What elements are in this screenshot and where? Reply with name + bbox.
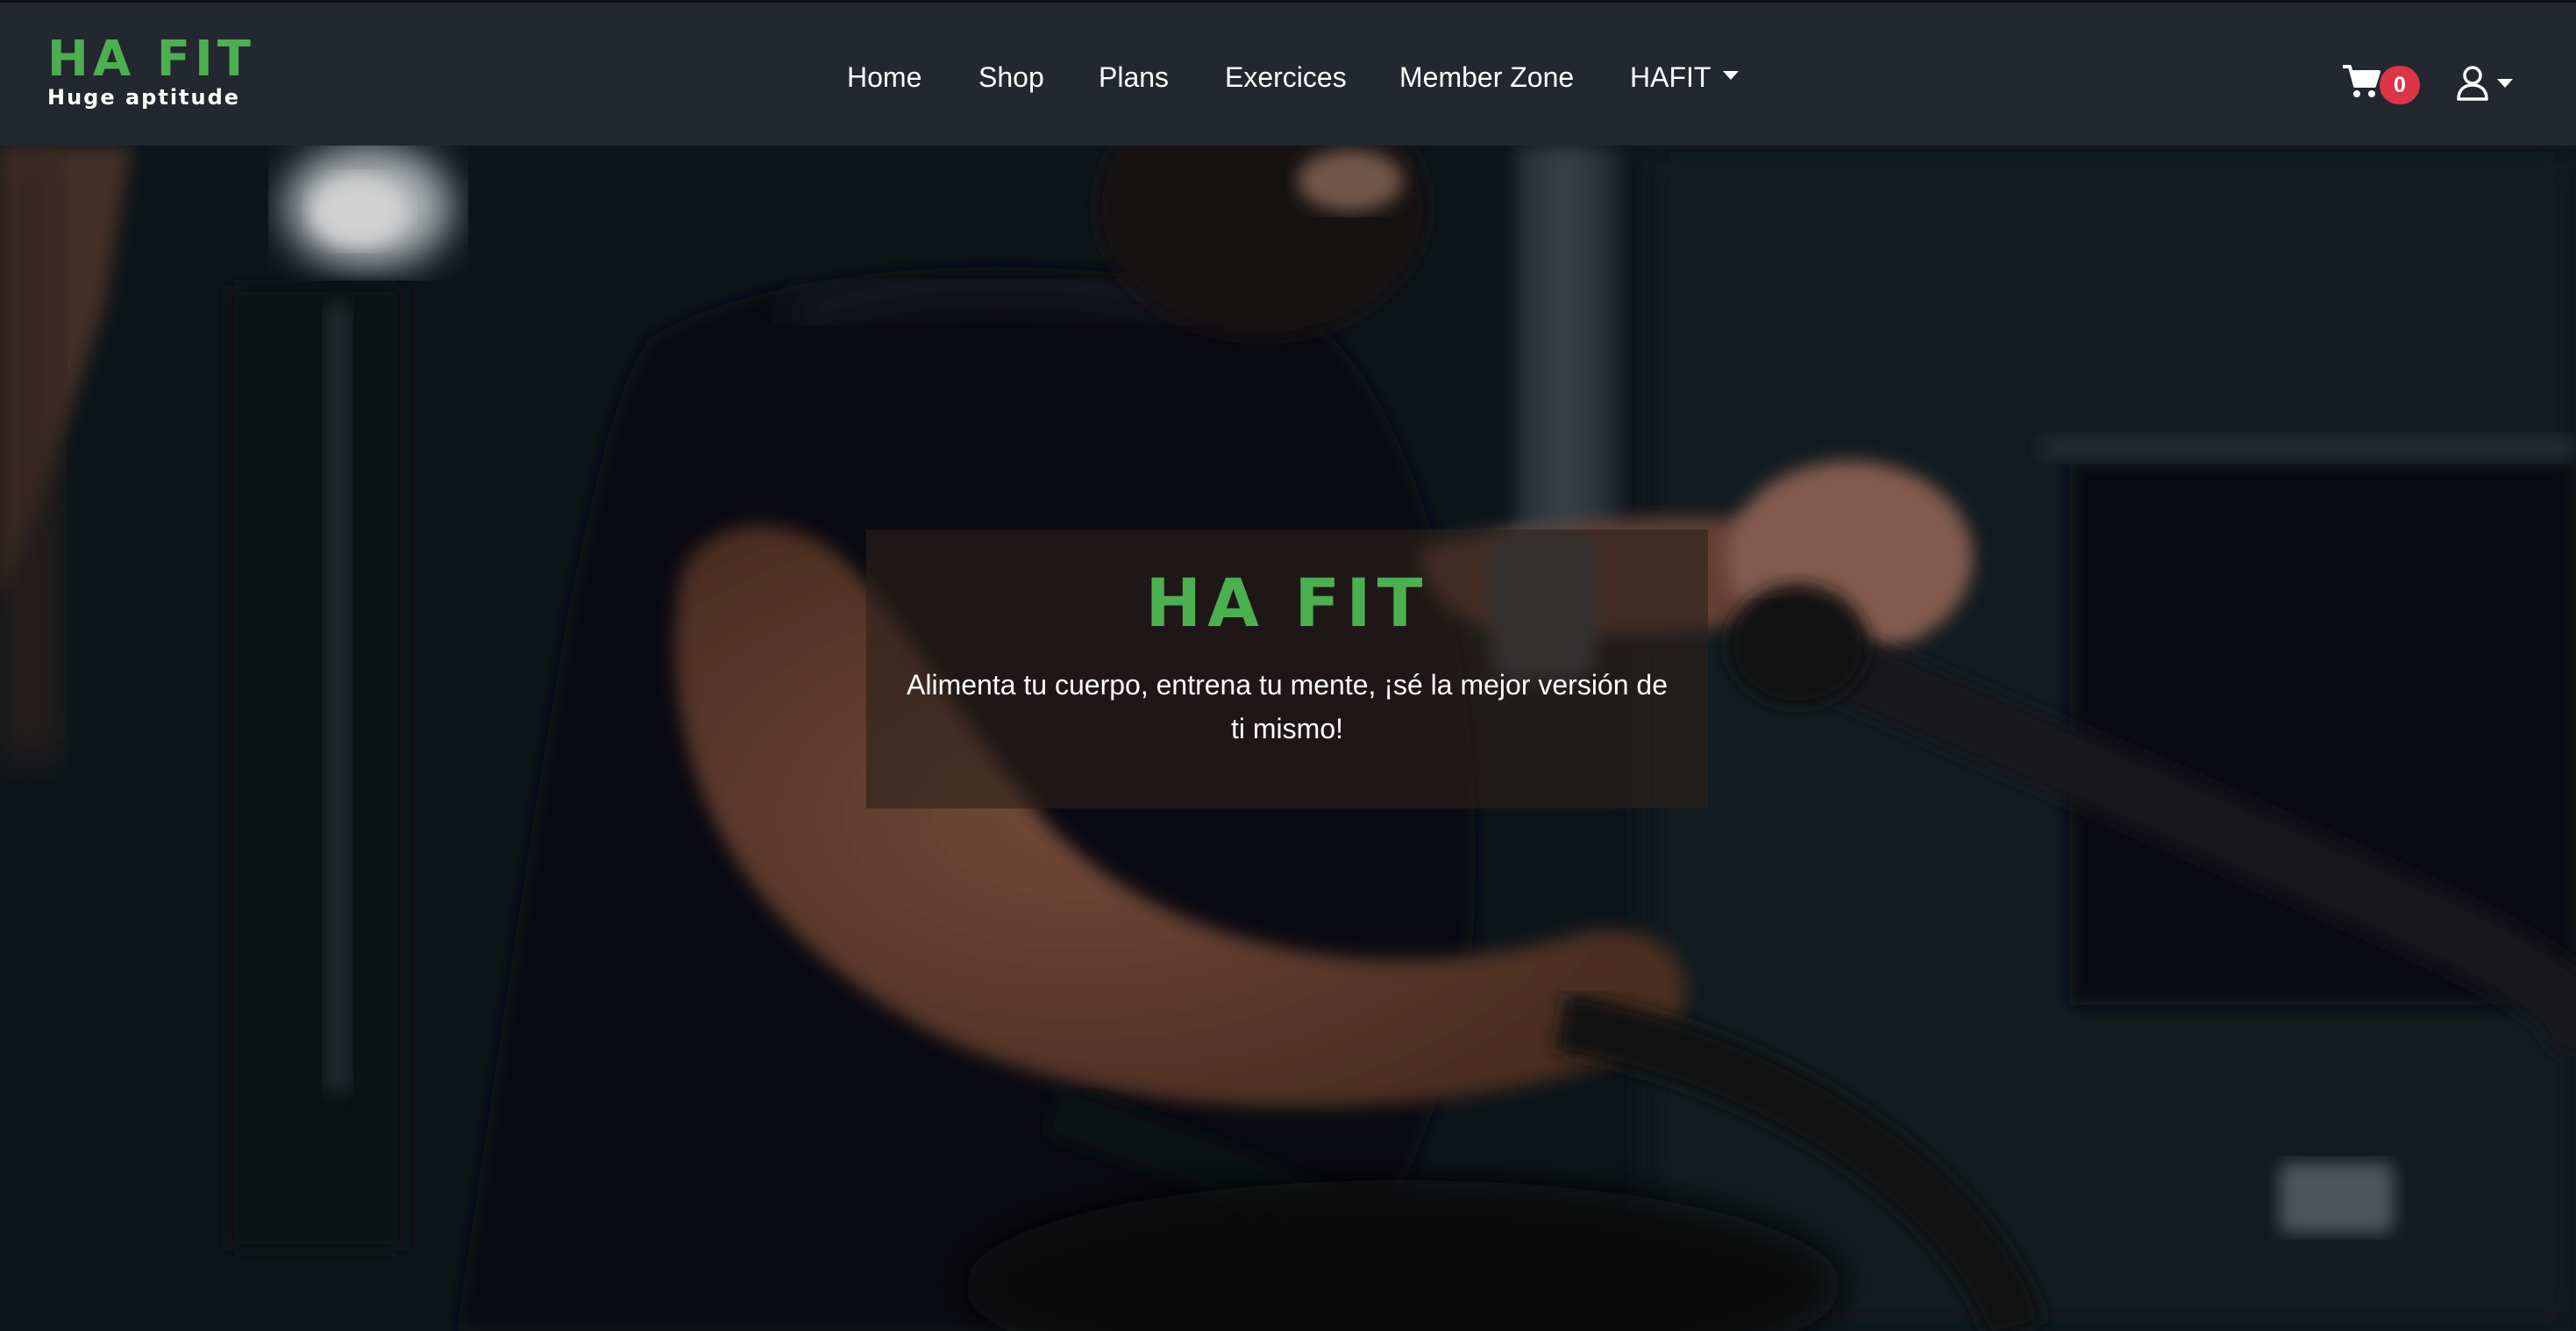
nav-dropdown-hafit[interactable]: HAFIT <box>1630 57 1740 97</box>
cart-icon <box>2343 65 2380 97</box>
hero-card: HA FIT Alimenta tu cuerpo, entrena tu me… <box>866 530 1708 808</box>
nav-link-shop[interactable]: Shop <box>978 57 1044 97</box>
nav-link-exercices[interactable]: Exercices <box>1225 57 1347 97</box>
nav-link-member-zone[interactable]: Member Zone <box>1399 57 1574 97</box>
cart-count-badge: 0 <box>2380 66 2420 104</box>
nav-link-label: Member Zone <box>1399 61 1575 93</box>
caret-down-icon <box>2497 79 2513 88</box>
caret-down-icon <box>1723 71 1740 80</box>
nav-link-label: HAFIT <box>1630 61 1711 93</box>
nav-link-label: Shop <box>978 61 1044 93</box>
user-icon <box>2457 66 2488 101</box>
nav-link-label: Exercices <box>1225 61 1347 93</box>
hero-tagline: Alimenta tu cuerpo, entrena tu mente, ¡s… <box>907 669 1668 744</box>
user-menu-button[interactable] <box>2455 64 2518 103</box>
navbar: HA FIT Huge aptitude Home Shop Plans Exe… <box>0 0 2576 146</box>
hero-section: HA FIT Alimenta tu cuerpo, entrena tu me… <box>0 146 2576 1331</box>
nav-link-label: Home <box>847 61 922 93</box>
nav-link-label: Plans <box>1099 61 1170 93</box>
nav-link-home[interactable]: Home <box>847 57 922 97</box>
nav-link-plans[interactable]: Plans <box>1099 57 1169 97</box>
main-nav: Home Shop Plans Exercices Member Zone HA… <box>0 57 2576 101</box>
hero-title: HA FIT <box>1145 564 1429 642</box>
cart-button[interactable]: 0 <box>2343 64 2422 108</box>
page: HA FIT Huge aptitude Home Shop Plans Exe… <box>0 0 2576 1331</box>
